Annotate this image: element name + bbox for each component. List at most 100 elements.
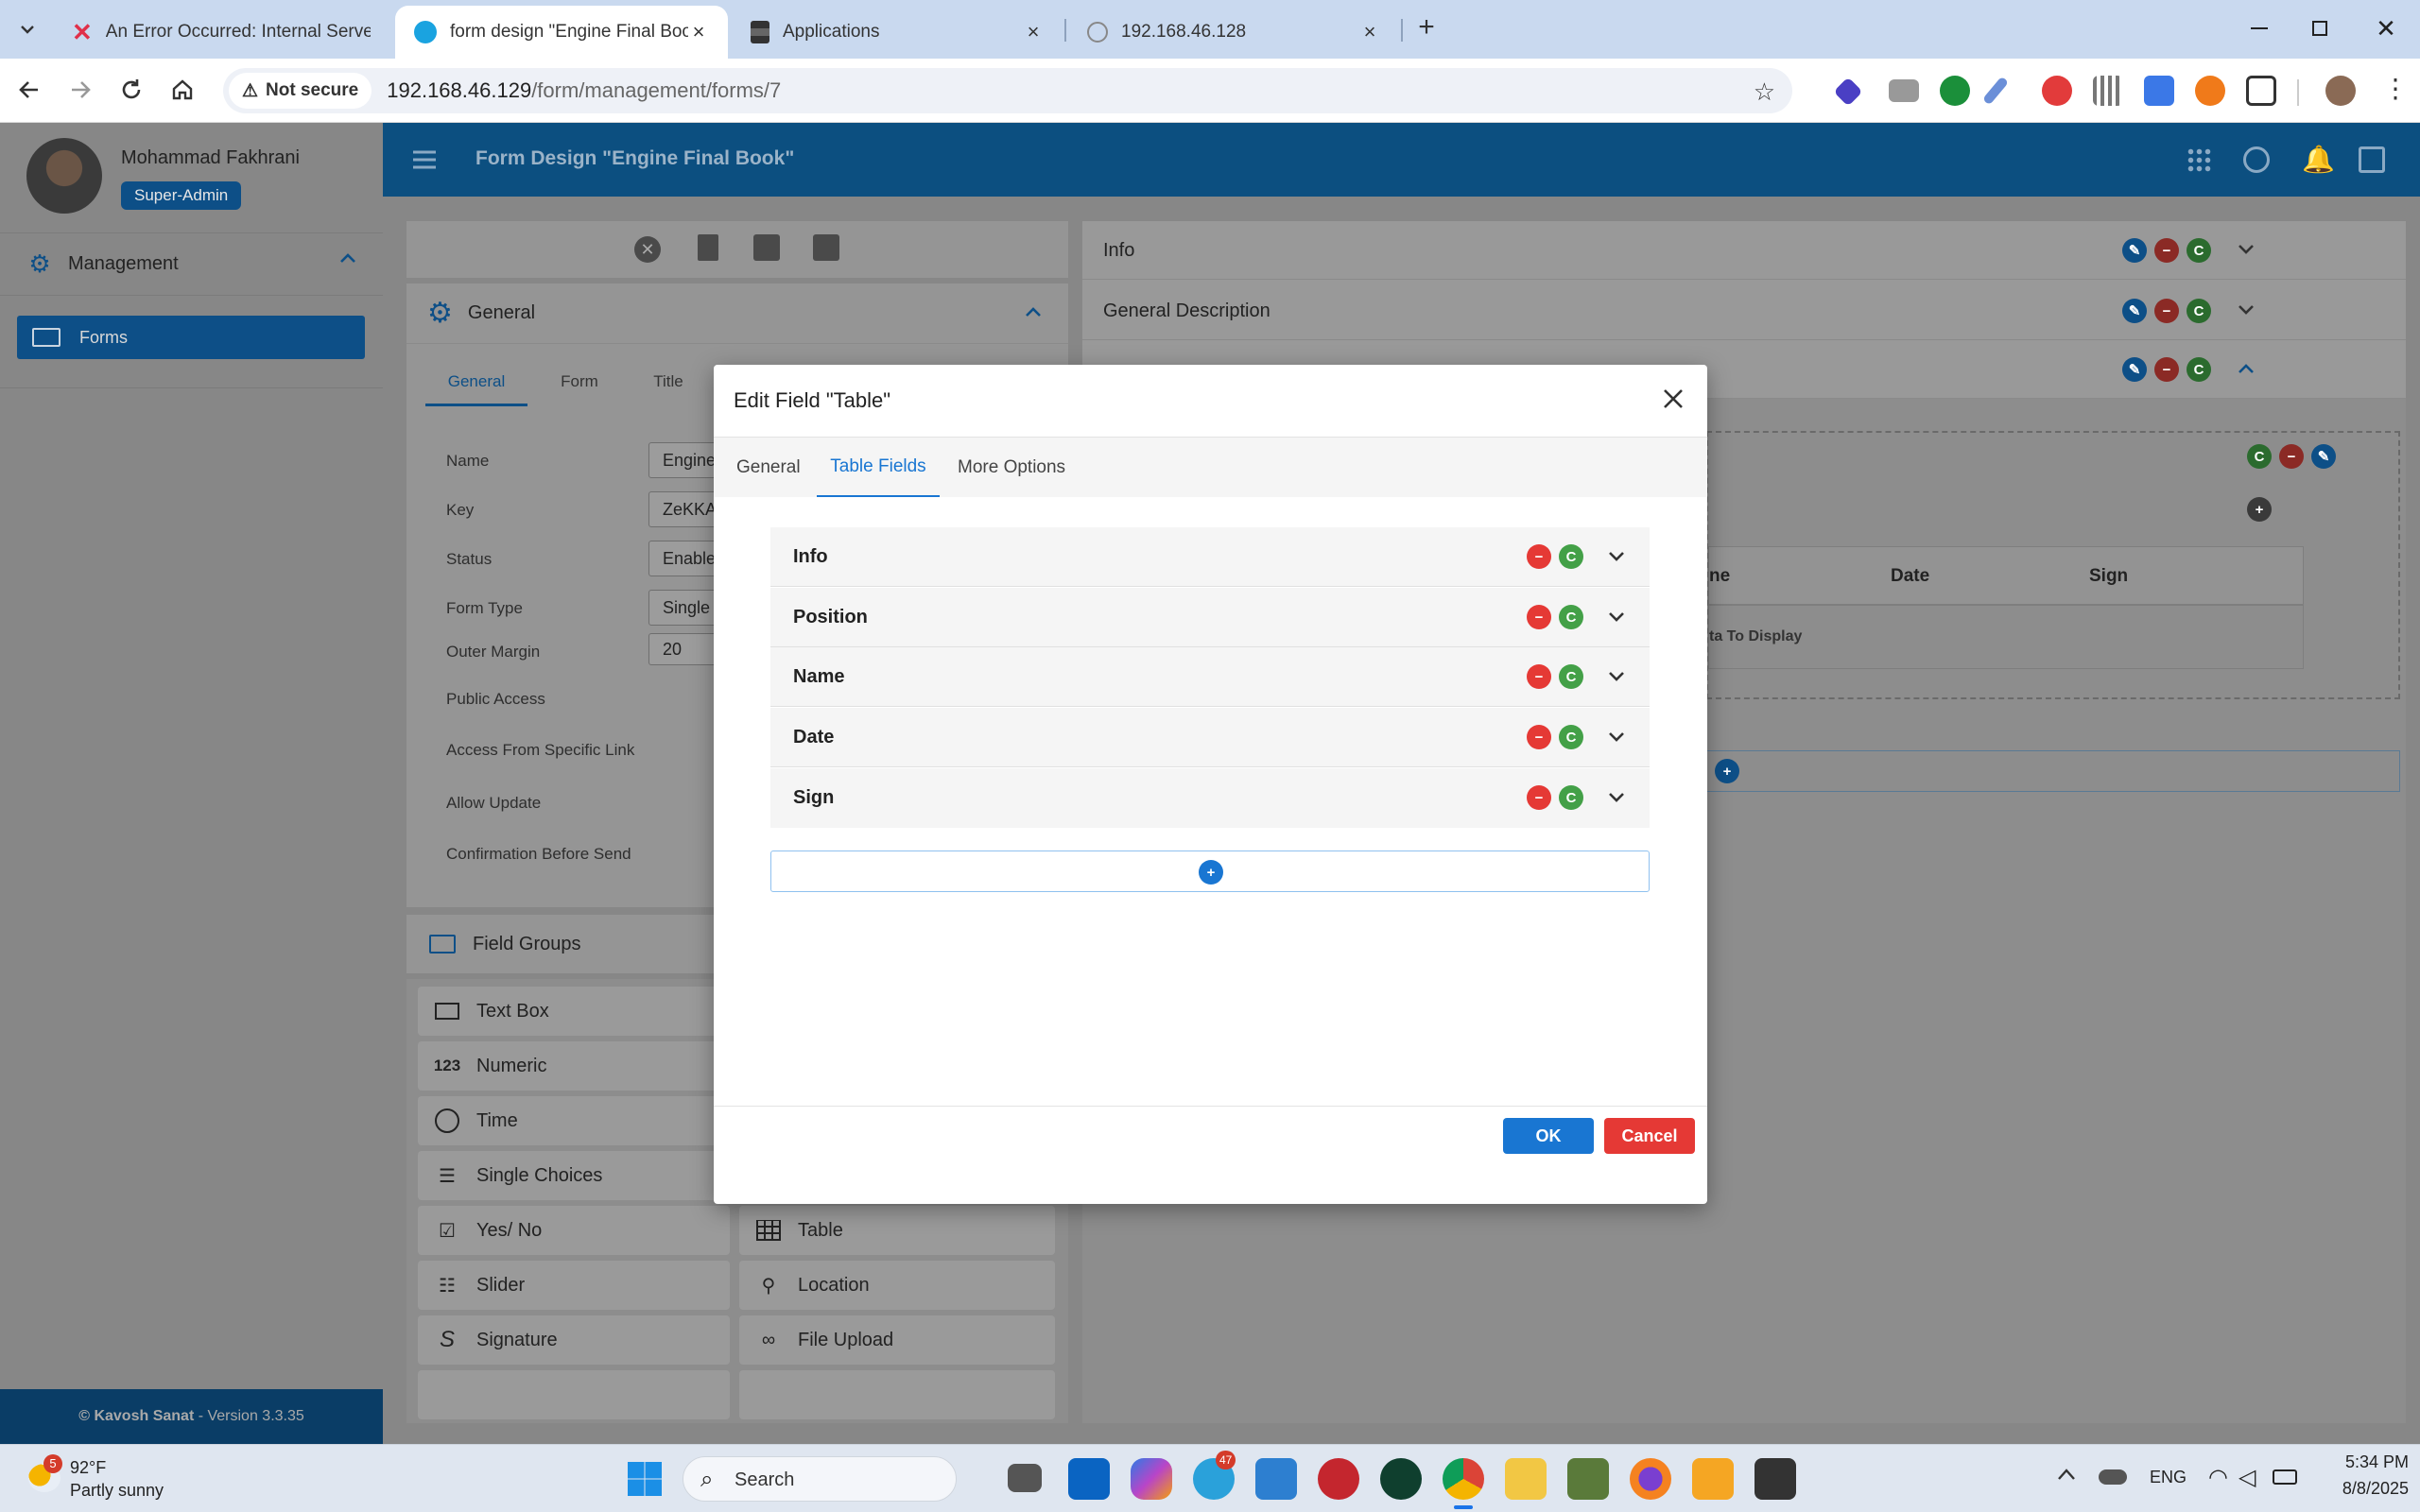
battery-icon[interactable] [2273, 1469, 2297, 1485]
edit-icon[interactable]: ✎ [2122, 299, 2147, 323]
volume-icon[interactable]: ◁ [2238, 1464, 2256, 1491]
clock-date[interactable]: 8/8/2025 [2312, 1479, 2409, 1499]
copy-icon[interactable]: C [2187, 299, 2211, 323]
url-text[interactable]: 192.168.46.129/form/management/forms/7 [387, 78, 781, 103]
tool-single-choices[interactable]: ☰ Single Choices [418, 1151, 730, 1200]
translate-icon[interactable] [2144, 76, 2174, 106]
chevron-down-icon[interactable] [1608, 671, 1625, 682]
tool-slider[interactable]: ☷ Slider [418, 1261, 730, 1310]
bell-icon[interactable]: 🔔 [2302, 144, 2335, 175]
close-circle-icon[interactable]: ✕ [634, 236, 661, 263]
tab-title[interactable]: Title [626, 361, 711, 406]
table-field-row[interactable]: Name − C [770, 647, 1650, 707]
extension-icon[interactable] [1833, 77, 1863, 107]
add-table-field-button[interactable]: + [770, 850, 1650, 892]
task-view-icon[interactable] [1008, 1464, 1042, 1492]
table-field-row[interactable]: Position − C [770, 588, 1650, 647]
copy-icon[interactable]: C [1559, 664, 1583, 689]
tool-numeric[interactable]: 123 Numeric [418, 1041, 730, 1091]
chevron-up-icon[interactable] [339, 252, 356, 264]
logout-icon[interactable] [2359, 146, 2385, 173]
chevron-down-icon[interactable] [1608, 731, 1625, 743]
weather-widget[interactable]: 5 92°F Partly sunny [23, 1454, 183, 1503]
copy-icon[interactable]: C [2187, 357, 2211, 382]
hamburger-menu-icon[interactable] [411, 149, 438, 170]
copy-icon[interactable]: C [2187, 238, 2211, 263]
language-indicator[interactable]: ENG [2150, 1468, 2187, 1487]
tool-file-upload[interactable]: ∞ File Upload [739, 1315, 1055, 1365]
chevron-up-icon[interactable] [2238, 363, 2255, 374]
copy-icon[interactable]: C [2247, 444, 2272, 469]
extension-icon[interactable] [2093, 76, 2123, 106]
ok-button[interactable]: OK [1503, 1118, 1594, 1154]
browser-tab-error[interactable]: ✕ An Error Occurred: Internal Server Err… [53, 6, 389, 59]
add-column-icon[interactable]: + [2247, 497, 2272, 522]
file-explorer-icon[interactable] [1505, 1458, 1547, 1500]
table-field-row[interactable]: Info − C [770, 527, 1650, 587]
chrome-icon[interactable] [1443, 1458, 1484, 1500]
table-field-row[interactable]: Date − C [770, 708, 1650, 767]
remove-icon[interactable]: − [1527, 544, 1551, 569]
photos-icon[interactable] [1255, 1458, 1297, 1500]
tool-time[interactable]: Time [418, 1096, 730, 1145]
extension-icon[interactable] [2195, 76, 2225, 106]
close-tab-icon[interactable]: × [688, 20, 709, 44]
palette-icon[interactable] [2243, 146, 2270, 173]
delete-icon[interactable] [698, 234, 718, 261]
taskbar-search[interactable]: ⌕ Search [683, 1456, 957, 1502]
app-icon[interactable] [1318, 1458, 1359, 1500]
save-icon[interactable] [813, 234, 839, 261]
tab-general[interactable]: General [736, 438, 801, 498]
remove-icon[interactable]: − [1527, 725, 1551, 749]
home-icon[interactable] [170, 77, 195, 102]
chevron-down-icon[interactable] [1608, 611, 1625, 623]
chevron-down-icon[interactable] [1608, 792, 1625, 803]
management-section-header[interactable]: ⚙ Management [0, 233, 383, 294]
profile-avatar[interactable] [2325, 76, 2356, 106]
app-icon[interactable] [1567, 1458, 1609, 1500]
remove-icon[interactable]: − [1527, 785, 1551, 810]
edit-icon[interactable]: ✎ [2122, 238, 2147, 263]
wifi-icon[interactable]: ◠ [2208, 1464, 2228, 1491]
restore-window-button[interactable] [2301, 13, 2339, 43]
save-as-icon[interactable] [753, 234, 780, 261]
security-chip[interactable]: ⚠ Not secure [229, 73, 372, 109]
app-icon[interactable] [1692, 1458, 1734, 1500]
tab-form[interactable]: Form [537, 361, 622, 406]
tool-location[interactable]: ⚲ Location [739, 1261, 1055, 1310]
app-icon[interactable] [1380, 1458, 1422, 1500]
copilot-icon[interactable] [1131, 1458, 1172, 1500]
omnibox[interactable]: ⚠ Not secure 192.168.46.129/form/managem… [223, 68, 1792, 113]
section-general-description[interactable]: General Description ✎ − C [1082, 280, 2406, 340]
remove-icon[interactable]: − [2154, 357, 2179, 382]
cancel-button[interactable]: Cancel [1604, 1118, 1695, 1154]
tool-text-box[interactable]: Text Box [418, 987, 730, 1036]
sidebar-item-forms[interactable]: Forms [17, 316, 365, 359]
forward-icon[interactable] [68, 77, 93, 102]
reload-icon[interactable] [119, 77, 144, 102]
chevron-up-icon[interactable] [2057, 1468, 2076, 1481]
close-icon[interactable] [1660, 386, 1686, 412]
browser-menu-icon[interactable]: ⋮ [2382, 76, 2409, 102]
tool-partial[interactable] [739, 1370, 1055, 1419]
edit-icon[interactable]: ✎ [2122, 357, 2147, 382]
onedrive-icon[interactable] [2099, 1469, 2127, 1485]
close-tab-icon[interactable]: × [1023, 20, 1044, 44]
table-field-row[interactable]: Sign − C [770, 768, 1650, 828]
copy-icon[interactable]: C [1559, 785, 1583, 810]
browser-tab-form-design[interactable]: form design "Engine Final Book" × [395, 6, 728, 59]
tab-more-options[interactable]: More Options [958, 438, 1065, 498]
browser-tab-applications[interactable]: Applications × [732, 6, 1063, 59]
chevron-down-icon[interactable] [2238, 244, 2255, 255]
outlook-icon[interactable] [1068, 1458, 1110, 1500]
add-circle-icon[interactable]: + [1715, 759, 1739, 783]
extension-icon[interactable] [2042, 76, 2072, 106]
tab-general[interactable]: General [425, 361, 527, 406]
new-tab-button[interactable]: + [1412, 13, 1441, 43]
remove-icon[interactable]: − [1527, 664, 1551, 689]
section-info[interactable]: Info ✎ − C [1082, 221, 2406, 280]
firefox-icon[interactable] [1630, 1458, 1671, 1500]
picker-icon[interactable] [1981, 76, 2010, 106]
edit-icon[interactable]: ✎ [2311, 444, 2336, 469]
tab-table-fields[interactable]: Table Fields [817, 438, 940, 498]
